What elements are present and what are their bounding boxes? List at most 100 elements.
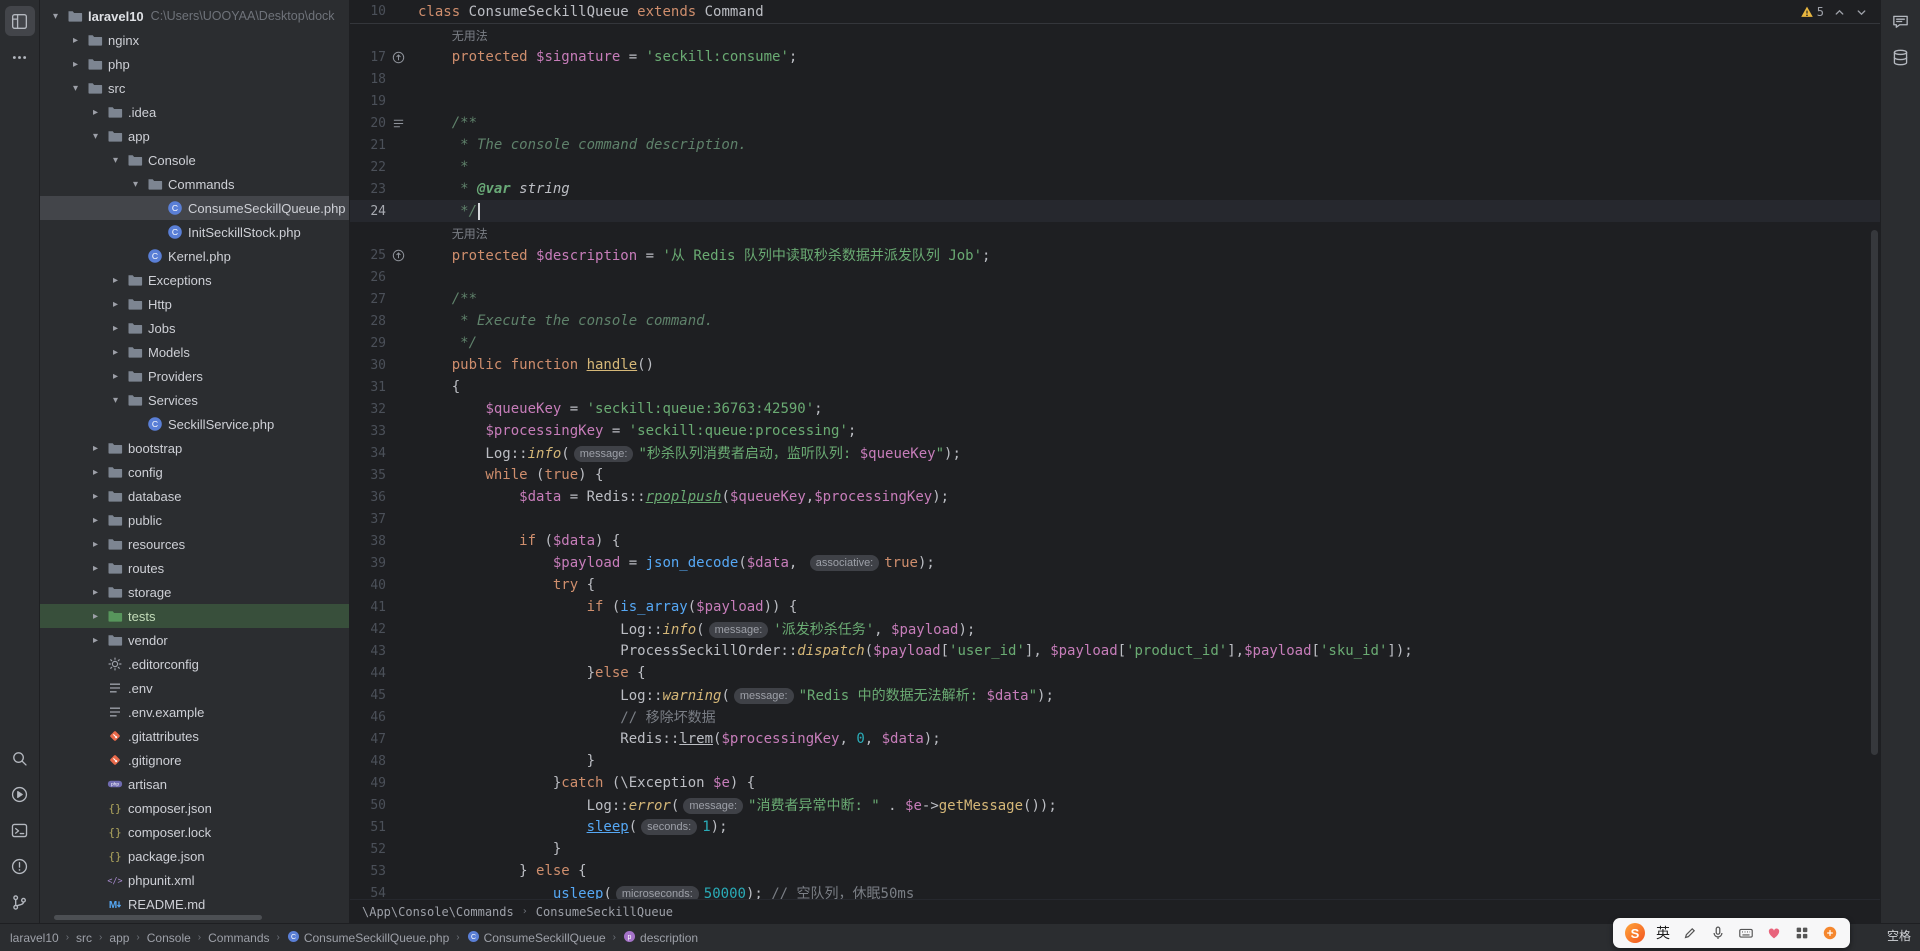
navbar-item[interactable]: Console	[147, 931, 191, 945]
tree-item-consumeseckillqueue.php[interactable]: C ConsumeSeckillQueue.php	[40, 196, 349, 220]
chevron-right-icon[interactable]: ▸	[86, 539, 105, 550]
chevron-down-icon[interactable]: ▾	[106, 395, 125, 406]
tree-item-models[interactable]: ▸ Models	[40, 340, 349, 364]
tree-item-routes[interactable]: ▸ routes	[40, 556, 349, 580]
tree-item-initseckillstock.php[interactable]: C InitSeckillStock.php	[40, 220, 349, 244]
code-line[interactable]: 36 $data = Redis::rpoplpush($queueKey,$p…	[350, 486, 1880, 508]
problems-icon[interactable]	[5, 851, 35, 881]
project-horizontal-scrollbar[interactable]	[54, 915, 262, 920]
code-line[interactable]: 17 protected $signature = 'seckill:consu…	[350, 46, 1880, 68]
navbar-item[interactable]: Commands	[208, 931, 269, 945]
code-line[interactable]: 31 {	[350, 376, 1880, 398]
tree-item-src[interactable]: ▾ src	[40, 76, 349, 100]
code-line[interactable]: 53 } else {	[350, 860, 1880, 882]
code-line[interactable]: 41 if (is_array($payload)) {	[350, 596, 1880, 618]
tree-item-.gitignore[interactable]: .gitignore	[40, 748, 349, 772]
tree-item-tests[interactable]: ▸ tests	[40, 604, 349, 628]
toolbox-icon[interactable]	[1793, 925, 1810, 942]
sticky-class-line[interactable]: 10 class ConsumeSeckillQueue extends Comm…	[350, 0, 1880, 24]
code-line[interactable]: 无用法	[350, 222, 1880, 244]
tree-item-storage[interactable]: ▸ storage	[40, 580, 349, 604]
code-line[interactable]: 无用法	[350, 24, 1880, 46]
ime-mode-toggle[interactable]: 英	[1656, 923, 1670, 943]
tree-item-app[interactable]: ▾ app	[40, 124, 349, 148]
tree-item-database[interactable]: ▸ database	[40, 484, 349, 508]
code-line[interactable]: 22 *	[350, 156, 1880, 178]
tree-item-artisan[interactable]: php artisan	[40, 772, 349, 796]
project-icon[interactable]	[4, 6, 35, 36]
tree-item-kernel.php[interactable]: C Kernel.php	[40, 244, 349, 268]
code-line[interactable]: 46 // 移除坏数据	[350, 706, 1880, 728]
code-line[interactable]: 38 if ($data) {	[350, 530, 1880, 552]
code-line[interactable]: 40 try {	[350, 574, 1880, 596]
more-tools-icon[interactable]	[5, 42, 35, 72]
chevron-down-icon[interactable]: ▾	[66, 83, 85, 94]
tree-item-services[interactable]: ▾ Services	[40, 388, 349, 412]
navbar-item[interactable]: laravel10	[10, 931, 59, 945]
chevron-right-icon[interactable]: ▸	[86, 635, 105, 646]
navbar-item[interactable]: app	[109, 931, 129, 945]
navbar-item[interactable]: src	[76, 931, 92, 945]
tree-item-.env.example[interactable]: .env.example	[40, 700, 349, 724]
code-line[interactable]: 50 Log::error(message: "消费者异常中断: " . $e->…	[350, 794, 1880, 816]
tree-item-phpunit.xml[interactable]: </> phpunit.xml	[40, 868, 349, 892]
chevron-right-icon[interactable]: ▸	[106, 275, 125, 286]
tree-item-.env[interactable]: .env	[40, 676, 349, 700]
mic-icon[interactable]	[1709, 925, 1726, 942]
tree-item-.idea[interactable]: ▸ .idea	[40, 100, 349, 124]
tree-item-exceptions[interactable]: ▸ Exceptions	[40, 268, 349, 292]
chevron-right-icon[interactable]: ▸	[106, 371, 125, 382]
tree-item-laravel10[interactable]: ▾ laravel10 C:\Users\UOOYAA\Desktop\dock	[40, 4, 349, 28]
pen-icon[interactable]	[1681, 925, 1698, 942]
code-line[interactable]: 23 * @var string	[350, 178, 1880, 200]
tree-item-composer.lock[interactable]: {} composer.lock	[40, 820, 349, 844]
tree-item-php[interactable]: ▸ php	[40, 52, 349, 76]
tree-item-console[interactable]: ▾ Console	[40, 148, 349, 172]
chevron-right-icon[interactable]: ▸	[86, 107, 105, 118]
code-line[interactable]: 51 sleep(seconds: 1);	[350, 816, 1880, 838]
code-line[interactable]: 52 }	[350, 838, 1880, 860]
code-line[interactable]: 28 * Execute the console command.	[350, 310, 1880, 332]
breadcrumb-item[interactable]: \App\Console\Commands	[362, 905, 514, 919]
code-line[interactable]: 34 Log::info(message: "秒杀队列消费者启动，监听队列: $q…	[350, 442, 1880, 464]
prev-problem-icon[interactable]	[1833, 6, 1846, 19]
chevron-right-icon[interactable]: ▸	[86, 491, 105, 502]
code-line[interactable]: 54 usleep(microseconds: 50000); // 空队列，休眠…	[350, 882, 1880, 899]
chevron-down-icon[interactable]: ▾	[86, 131, 105, 142]
chevron-right-icon[interactable]: ▸	[66, 59, 85, 70]
database-icon[interactable]	[1886, 42, 1916, 72]
code-line[interactable]: 21 * The console command description.	[350, 134, 1880, 156]
code-line[interactable]: 48 }	[350, 750, 1880, 772]
sogou-logo-icon[interactable]: S	[1625, 923, 1645, 943]
code-line[interactable]: 47 Redis::lrem($processingKey, 0, $data)…	[350, 728, 1880, 750]
code-line[interactable]: 29 */	[350, 332, 1880, 354]
code-line[interactable]: 35 while (true) {	[350, 464, 1880, 486]
tree-item-seckillservice.php[interactable]: C SeckillService.php	[40, 412, 349, 436]
code-line[interactable]: 32 $queueKey = 'seckill:queue:36763:4259…	[350, 398, 1880, 420]
code-line[interactable]: 18	[350, 68, 1880, 90]
search-icon[interactable]	[5, 743, 35, 773]
code-line[interactable]: 24 */	[350, 200, 1880, 222]
code-line[interactable]: 45 Log::warning(message: "Redis 中的数据无法解析:…	[350, 684, 1880, 706]
tree-item-resources[interactable]: ▸ resources	[40, 532, 349, 556]
navbar-item[interactable]: p description	[623, 930, 698, 946]
chevron-right-icon[interactable]: ▸	[106, 299, 125, 310]
code-line[interactable]: 10 class ConsumeSeckillQueue extends Comm…	[350, 1, 1880, 23]
editor-area[interactable]: 10 class ConsumeSeckillQueue extends Comm…	[350, 0, 1880, 923]
chevron-right-icon[interactable]: ▸	[106, 323, 125, 334]
tree-item-composer.json[interactable]: {} composer.json	[40, 796, 349, 820]
tree-item-vendor[interactable]: ▸ vendor	[40, 628, 349, 652]
chevron-right-icon[interactable]: ▸	[86, 563, 105, 574]
version-control-icon[interactable]	[5, 887, 35, 917]
keyboard-icon[interactable]	[1737, 925, 1754, 942]
code-line[interactable]: 39 $payload = json_decode($data, associa…	[350, 552, 1880, 574]
code-line[interactable]: 49 }catch (\Exception $e) {	[350, 772, 1880, 794]
tree-item-nginx[interactable]: ▸ nginx	[40, 28, 349, 52]
tree-item-jobs[interactable]: ▸ Jobs	[40, 316, 349, 340]
code-line[interactable]: 43 ProcessSeckillOrder::dispatch($payloa…	[350, 640, 1880, 662]
code-line[interactable]: 30 public function handle()	[350, 354, 1880, 376]
chevron-down-icon[interactable]: ▾	[46, 11, 65, 22]
chevron-right-icon[interactable]: ▸	[106, 347, 125, 358]
code-line[interactable]: 27 /**	[350, 288, 1880, 310]
chevron-right-icon[interactable]: ▸	[86, 443, 105, 454]
